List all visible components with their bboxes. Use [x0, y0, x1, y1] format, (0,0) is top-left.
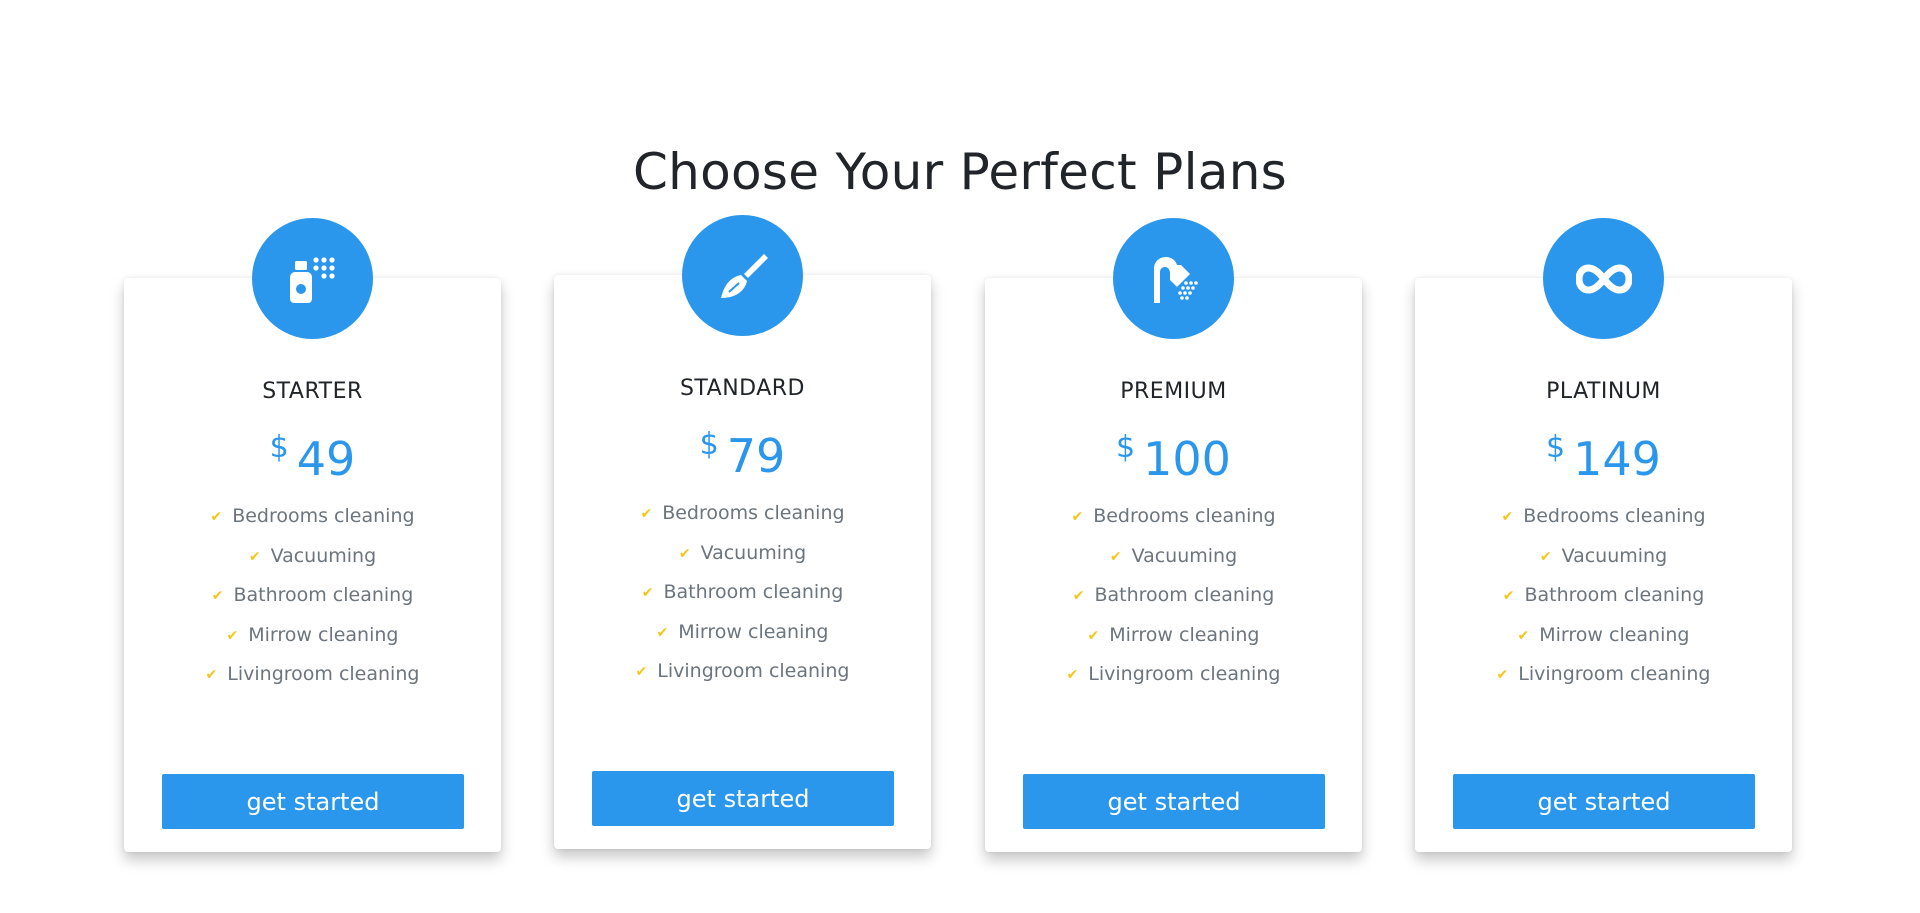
plan-icon-badge	[1543, 218, 1664, 339]
broom-icon	[720, 253, 768, 298]
pricing-card-starter: STARTER $49 ✔ Bedrooms cleaning ✔ Vacuumin…	[124, 218, 501, 852]
feature-label: Livingroom cleaning	[1088, 663, 1281, 685]
get-started-button[interactable]: get started	[1023, 774, 1325, 829]
feature-item: ✔ Bathroom cleaning	[554, 573, 931, 613]
feature-item: ✔ Bathroom cleaning	[124, 576, 501, 616]
spray-bottle-icon	[289, 256, 335, 303]
check-icon: ✔	[635, 664, 648, 680]
price-amount: 79	[726, 429, 786, 483]
feature-label: Vacuuming	[1131, 544, 1238, 567]
plan-name: STARTER	[262, 379, 363, 404]
price-amount: 100	[1143, 432, 1231, 486]
check-icon: ✔	[205, 667, 218, 683]
pricing-card-premium: PREMIUM $100 ✔ Bedrooms cleaning ✔ Vacuumi…	[985, 218, 1362, 852]
feature-list: ✔ Bedrooms cleaning ✔ Vacuuming ✔ Bathroom …	[1415, 497, 1792, 695]
feature-item: ✔ Vacuuming	[1415, 537, 1792, 577]
check-icon: ✔	[1539, 548, 1552, 565]
get-started-button[interactable]: get started	[1453, 774, 1755, 829]
get-started-button[interactable]: get started	[592, 771, 894, 826]
price-currency: $	[1546, 430, 1566, 465]
get-started-button[interactable]: get started	[162, 774, 464, 829]
plan-price: $49	[124, 430, 501, 486]
feature-label: Vacuuming	[700, 541, 807, 564]
feature-item: ✔ Bedrooms cleaning	[554, 494, 931, 534]
feature-label: Mirrow cleaning	[678, 620, 829, 643]
feature-item: ✔ Livingroom cleaning	[985, 655, 1362, 695]
feature-label: Bedrooms cleaning	[1093, 505, 1276, 527]
feature-label: Vacuuming	[270, 544, 377, 567]
feature-item: ✔ Bathroom cleaning	[1415, 576, 1792, 616]
check-icon: ✔	[226, 627, 239, 644]
price-currency: $	[269, 430, 289, 465]
check-icon: ✔	[1501, 509, 1514, 525]
price-amount: 149	[1573, 432, 1661, 486]
feature-label: Bathroom cleaning	[1524, 584, 1705, 606]
check-icon: ✔	[1087, 627, 1100, 644]
plan-name: PREMIUM	[1120, 379, 1227, 404]
price-currency: $	[699, 427, 719, 462]
feature-label: Mirrow cleaning	[248, 623, 399, 646]
feature-list: ✔ Bedrooms cleaning ✔ Vacuuming ✔ Bathroom …	[985, 497, 1362, 695]
feature-item: ✔ Mirrow cleaning	[124, 616, 501, 656]
check-icon: ✔	[1109, 548, 1122, 565]
plan-price: $79	[554, 427, 931, 483]
feature-item: ✔ Bedrooms cleaning	[1415, 497, 1792, 537]
feature-label: Bathroom cleaning	[233, 584, 414, 606]
plan-price: $149	[1415, 430, 1792, 486]
plan-name: STANDARD	[679, 376, 806, 401]
price-currency: $	[1116, 430, 1136, 465]
feature-item: ✔ Vacuuming	[124, 537, 501, 577]
check-icon: ✔	[641, 585, 654, 601]
feature-label: Mirrow cleaning	[1109, 623, 1260, 646]
section-title: Choose Your Perfect Plans	[632, 143, 1288, 201]
feature-item: ✔ Livingroom cleaning	[1415, 655, 1792, 695]
feature-item: ✔ Livingroom cleaning	[554, 652, 931, 692]
check-icon: ✔	[210, 509, 223, 525]
feature-item: ✔ Mirrow cleaning	[985, 616, 1362, 656]
feature-item: ✔ Bedrooms cleaning	[124, 497, 501, 537]
check-icon: ✔	[248, 548, 261, 565]
pricing-card-standard: STANDARD $79 ✔ Bedrooms cleaning ✔ Vacuumi…	[554, 215, 931, 849]
feature-label: Bathroom cleaning	[663, 581, 844, 603]
plan-price: $100	[985, 430, 1362, 486]
feature-list: ✔ Bedrooms cleaning ✔ Vacuuming ✔ Bathroom …	[124, 497, 501, 695]
plan-name: PLATINUM	[1546, 379, 1661, 404]
feature-label: Bedrooms cleaning	[232, 505, 415, 527]
feature-label: Bedrooms cleaning	[662, 502, 845, 524]
infinity-icon	[1575, 264, 1632, 293]
feature-item: ✔ Bathroom cleaning	[985, 576, 1362, 616]
feature-item: ✔ Bedrooms cleaning	[985, 497, 1362, 537]
plan-icon-badge	[1113, 218, 1234, 339]
check-icon: ✔	[1496, 667, 1509, 683]
feature-label: Livingroom cleaning	[1518, 663, 1711, 685]
feature-label: Livingroom cleaning	[227, 663, 420, 685]
feature-item: ✔ Livingroom cleaning	[124, 655, 501, 695]
check-icon: ✔	[1066, 667, 1079, 683]
feature-item: ✔ Vacuuming	[985, 537, 1362, 577]
feature-label: Livingroom cleaning	[657, 660, 850, 682]
feature-item: ✔ Mirrow cleaning	[554, 613, 931, 653]
price-amount: 49	[296, 432, 356, 486]
check-icon: ✔	[1071, 509, 1084, 525]
feature-item: ✔ Mirrow cleaning	[1415, 616, 1792, 656]
check-icon: ✔	[678, 545, 691, 562]
check-icon: ✔	[211, 588, 224, 604]
feature-item: ✔ Vacuuming	[554, 534, 931, 574]
check-icon: ✔	[640, 506, 653, 522]
feature-label: Bathroom cleaning	[1094, 584, 1275, 606]
feature-label: Bedrooms cleaning	[1523, 505, 1706, 527]
check-icon: ✔	[656, 624, 669, 641]
feature-label: Mirrow cleaning	[1539, 623, 1690, 646]
check-icon: ✔	[1502, 588, 1515, 604]
feature-label: Vacuuming	[1561, 544, 1668, 567]
plan-icon-badge	[682, 215, 803, 336]
shower-icon	[1153, 256, 1198, 303]
check-icon: ✔	[1517, 627, 1530, 644]
check-icon: ✔	[1072, 588, 1085, 604]
plan-icon-badge	[252, 218, 373, 339]
pricing-card-platinum: PLATINUM $149 ✔ Bedrooms cleaning ✔ Vacuum…	[1415, 218, 1792, 852]
feature-list: ✔ Bedrooms cleaning ✔ Vacuuming ✔ Bathroom …	[554, 494, 931, 692]
